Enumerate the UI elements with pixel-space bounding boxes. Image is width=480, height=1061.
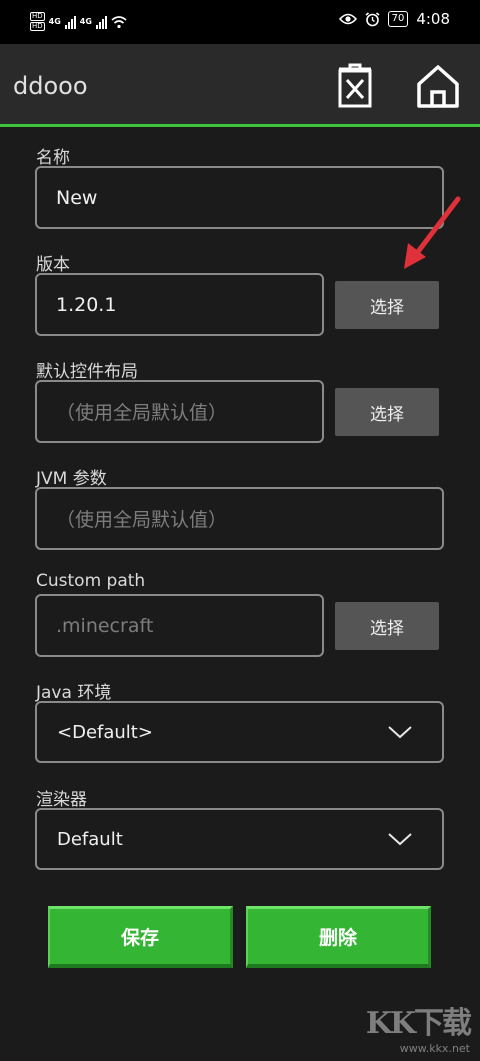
watermark: KK下载 www.kkx.net: [365, 998, 472, 1055]
chevron-down-icon: [388, 726, 412, 739]
name-label: 名称: [36, 148, 70, 168]
network-indicators: HD HD 4G 4G: [30, 12, 127, 31]
watermark-logo: KK下载: [365, 1006, 472, 1041]
java-env-label: Java 环境: [36, 683, 112, 703]
java-env-dropdown[interactable]: <Default>: [35, 701, 444, 763]
java-env-value: <Default>: [57, 721, 153, 743]
home-icon: [417, 65, 459, 108]
control-layout-select-button[interactable]: 选择: [335, 388, 439, 436]
annotation-arrow-icon: [404, 196, 461, 269]
home-icon-button[interactable]: [414, 62, 462, 110]
name-input[interactable]: New: [35, 166, 444, 229]
hd-badge-2: HD: [30, 22, 45, 31]
renderer-dropdown[interactable]: Default: [35, 808, 444, 870]
custom-path-label: Custom path: [36, 571, 146, 591]
delete-button[interactable]: 删除: [246, 906, 431, 968]
jvm-args-label: JVM 参数: [36, 469, 107, 489]
alarm-icon: [365, 11, 380, 26]
status-bar: HD HD 4G 4G 70 4:08: [0, 0, 480, 44]
battery-indicator: 70: [387, 11, 409, 27]
version-select-button[interactable]: 选择: [335, 281, 439, 329]
status-right: 70 4:08: [338, 10, 450, 28]
jvm-args-input[interactable]: （使用全局默认值）: [35, 487, 444, 550]
hd-badge-1: HD: [30, 12, 45, 21]
network-type-2: 4G: [79, 17, 92, 26]
version-input[interactable]: 1.20.1: [35, 273, 324, 336]
wifi-icon: [111, 15, 127, 28]
renderer-value: Default: [57, 828, 123, 850]
save-button[interactable]: 保存: [48, 906, 233, 968]
control-layout-input[interactable]: （使用全局默认值）: [35, 380, 324, 443]
eye-icon: [338, 13, 357, 25]
signal-icon: [64, 15, 76, 29]
trash-x-icon: [338, 63, 372, 108]
control-layout-label: 默认控件布局: [36, 362, 138, 382]
delete-icon-button[interactable]: [331, 62, 379, 110]
renderer-label: 渲染器: [36, 790, 87, 810]
watermark-url: www.kkx.net: [399, 1042, 470, 1055]
network-type-1: 4G: [48, 17, 61, 26]
version-label: 版本: [36, 255, 70, 275]
app-title: ddooo: [13, 72, 88, 100]
chevron-down-icon: [388, 833, 412, 846]
signal-icon-2: [95, 15, 107, 29]
app-bar: ddooo: [0, 44, 480, 127]
clock: 4:08: [416, 10, 450, 28]
custom-path-select-button[interactable]: 选择: [335, 602, 439, 650]
custom-path-input[interactable]: .minecraft: [35, 594, 324, 657]
